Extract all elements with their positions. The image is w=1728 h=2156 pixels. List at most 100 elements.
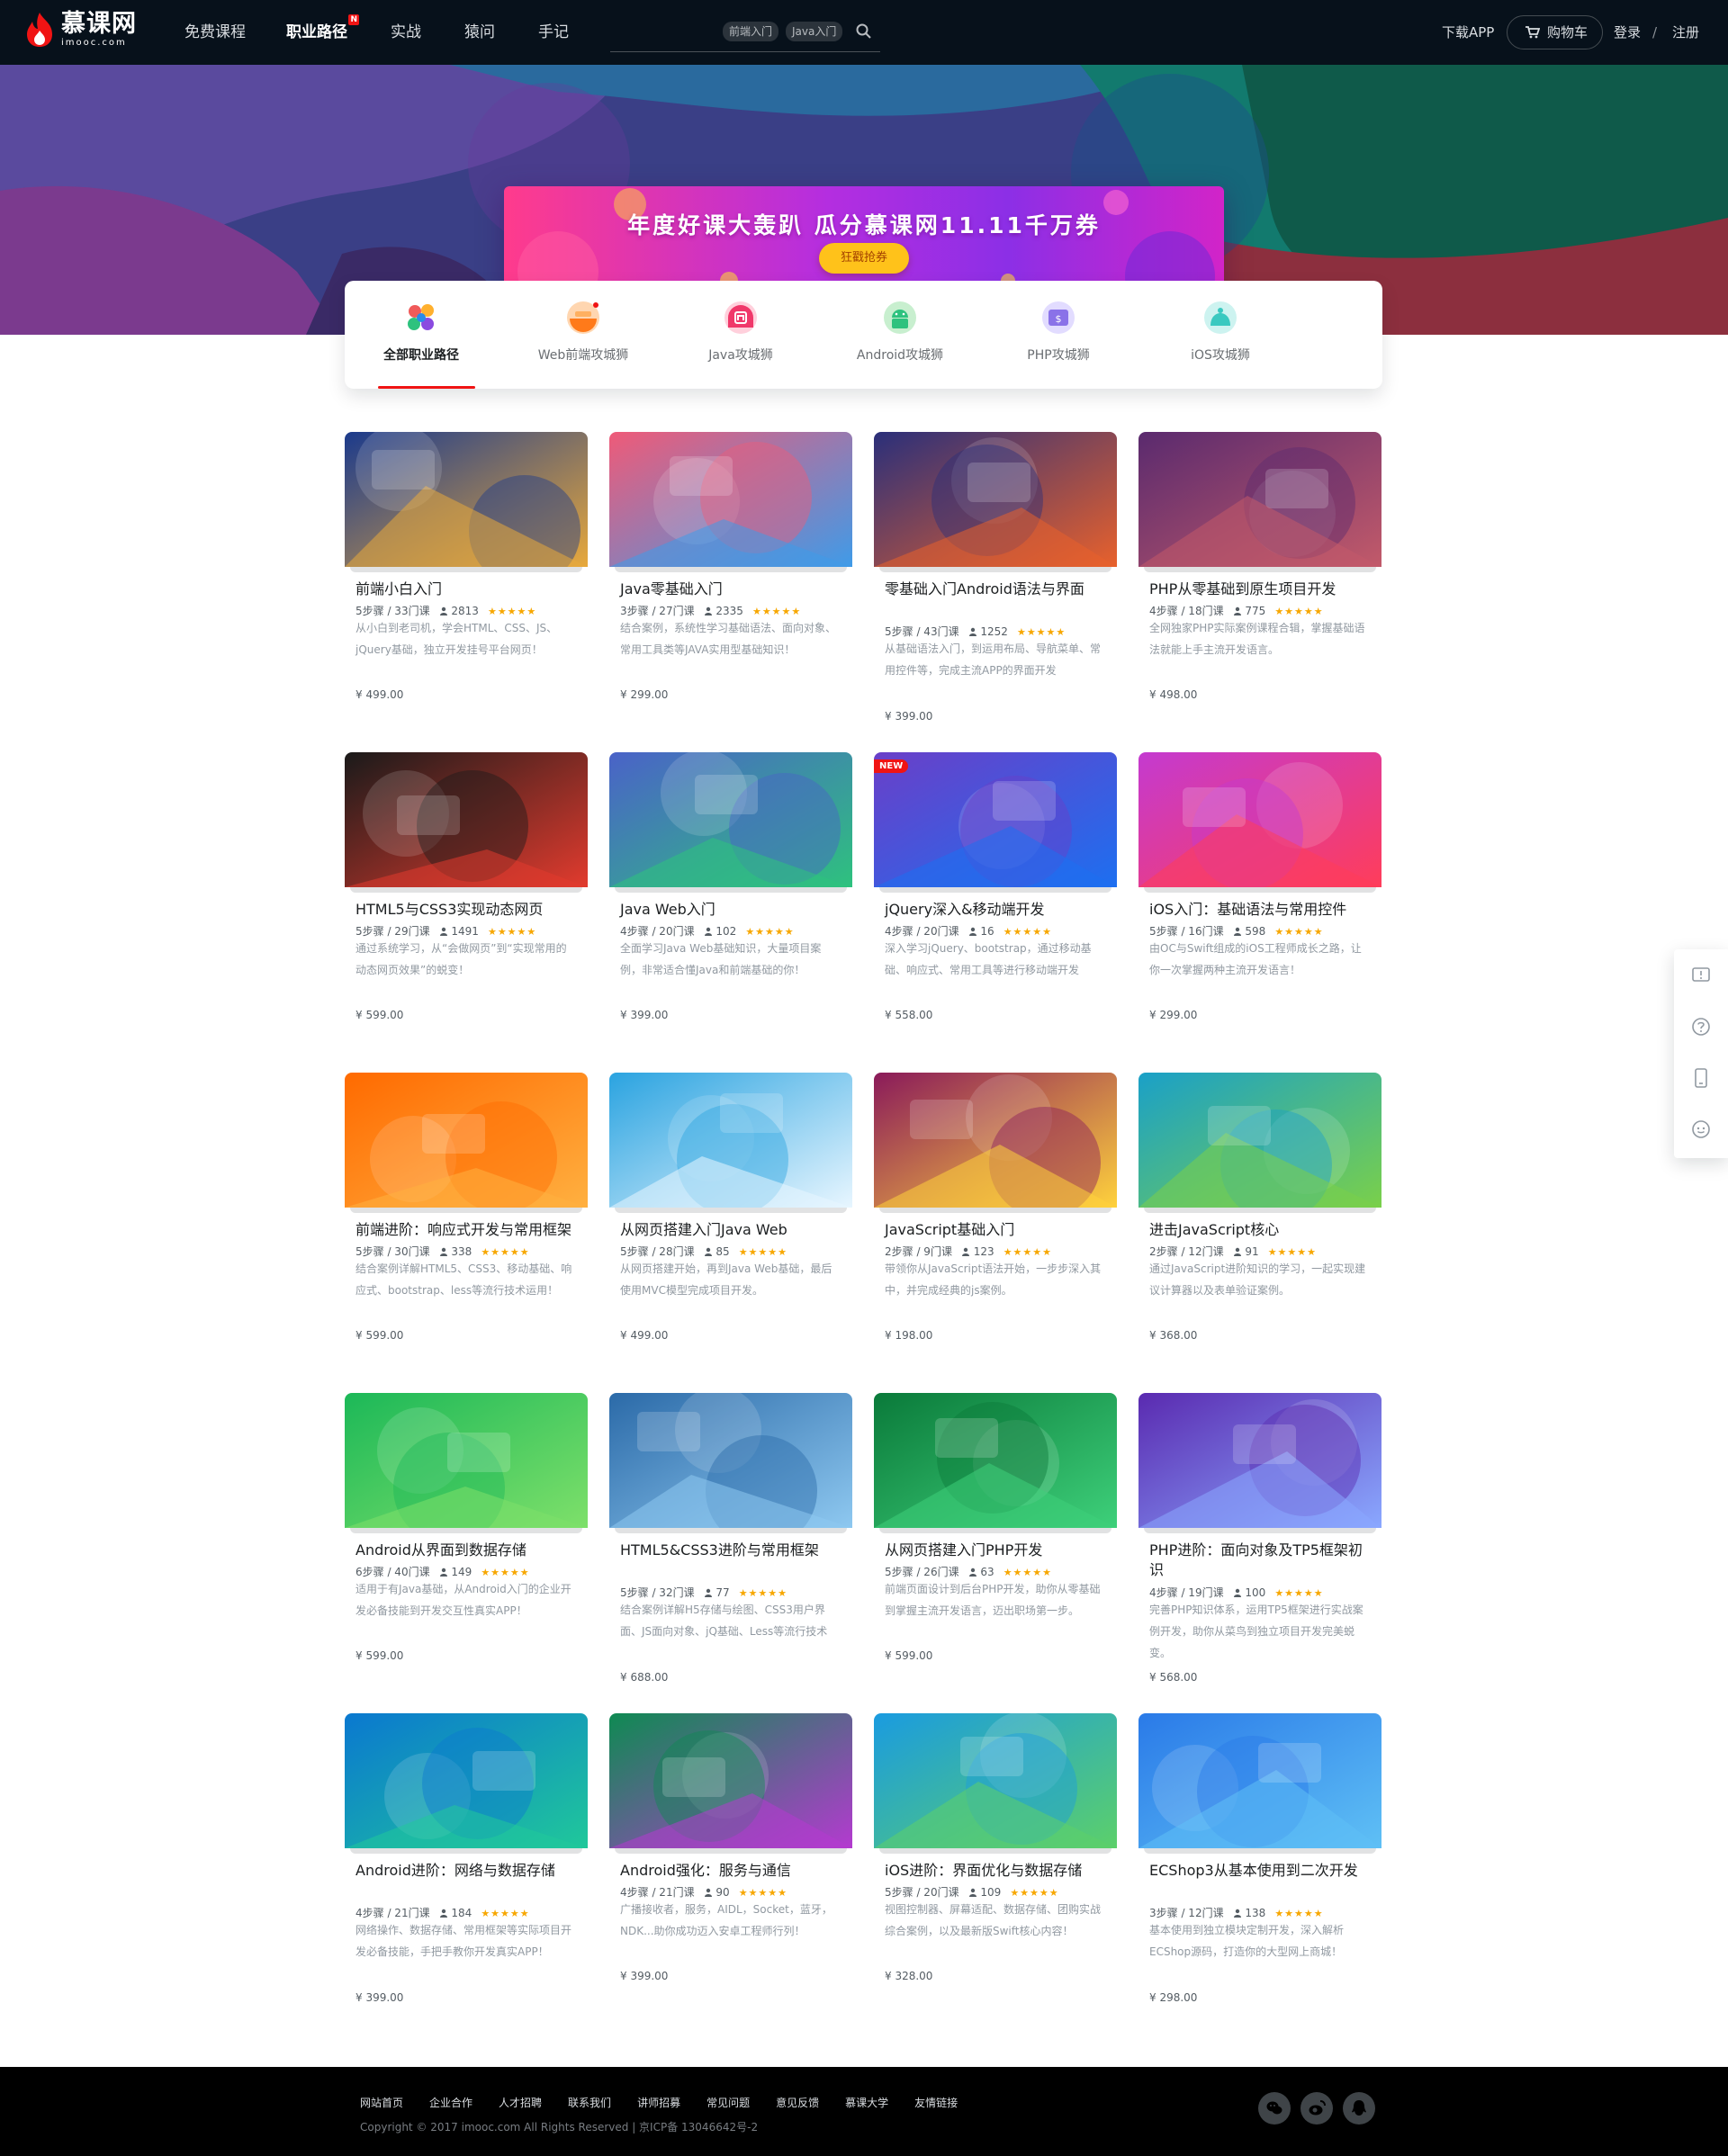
- course-title[interactable]: 零基础入门Android语法与界面: [885, 579, 1110, 599]
- tab-all-paths[interactable]: 全部职业路径: [345, 281, 498, 389]
- course-thumbnail[interactable]: [1138, 1713, 1382, 1848]
- footer-link-contact[interactable]: 联系我们: [568, 2095, 611, 2110]
- course-card[interactable]: Android强化：服务与通信 4步骤 / 21门课 90 ★★★★★ 广播接收者，服…: [609, 1713, 852, 2010]
- footer-link-university[interactable]: 慕课大学: [845, 2095, 888, 2110]
- course-card[interactable]: 进击JavaScript核心 2步骤 / 12门课 91 ★★★★★ 通过JavaSc…: [1138, 1073, 1382, 1370]
- footer-link-friends[interactable]: 友情链接: [914, 2095, 958, 2110]
- course-thumbnail[interactable]: [609, 1393, 852, 1528]
- course-title[interactable]: jQuery深入&移动端开发: [885, 900, 1110, 920]
- course-title[interactable]: PHP进阶：面向对象及TP5框架初识: [1149, 1541, 1374, 1580]
- tab-android[interactable]: Android攻城狮: [824, 281, 976, 389]
- course-card[interactable]: iOS进阶：界面优化与数据存储 5步骤 / 20门课 109 ★★★★★ 视图控制器、…: [874, 1713, 1117, 2010]
- tab-php[interactable]: $ PHP攻城狮: [982, 281, 1135, 389]
- course-card[interactable]: 从网页搭建入门PHP开发 5步骤 / 26门课 63 ★★★★★ 前端页面设计到后台P…: [874, 1393, 1117, 1690]
- tab-web[interactable]: Web前端攻城狮: [507, 281, 660, 389]
- course-card[interactable]: Android进阶：网络与数据存储 4步骤 / 21门课 184 ★★★★★ 网络操作…: [345, 1713, 588, 2010]
- course-card[interactable]: HTML5&CSS3进阶与常用框架 5步骤 / 32门课 77 ★★★★★ 结合案例详…: [609, 1393, 852, 1690]
- course-card[interactable]: HTML5与CSS3实现动态网页 5步骤 / 29门课 1491 ★★★★★ 通过系统…: [345, 752, 588, 1049]
- course-title[interactable]: Android强化：服务与通信: [620, 1861, 845, 1881]
- course-thumbnail[interactable]: [345, 1713, 588, 1848]
- footer-link-business[interactable]: 企业合作: [429, 2095, 472, 2110]
- course-thumbnail[interactable]: [874, 752, 1117, 887]
- course-card[interactable]: iOS入门：基础语法与常用控件 5步骤 / 16门课 598 ★★★★★ 由OC与Sw…: [1138, 752, 1382, 1049]
- wechat-icon[interactable]: [1258, 2092, 1291, 2125]
- course-card[interactable]: 从网页搭建入门Java Web 5步骤 / 28门课 85 ★★★★★ 从网页搭建开始…: [609, 1073, 852, 1370]
- course-title[interactable]: HTML5与CSS3实现动态网页: [356, 900, 580, 920]
- course-thumbnail[interactable]: [345, 752, 588, 887]
- search-bar[interactable]: 前端入门 Java入门: [610, 16, 880, 52]
- search-icon[interactable]: [855, 22, 873, 40]
- course-thumbnail[interactable]: [609, 1073, 852, 1208]
- imooc-logo[interactable]: 慕课网 imooc.com: [23, 11, 137, 49]
- course-thumbnail[interactable]: [874, 432, 1117, 567]
- footer-link-jobs[interactable]: 人才招聘: [499, 2095, 542, 2110]
- chat-icon[interactable]: [1690, 1118, 1712, 1140]
- course-title[interactable]: ECShop3从基本使用到二次开发: [1149, 1861, 1374, 1881]
- tab-java[interactable]: Java攻城狮: [664, 281, 817, 389]
- course-title[interactable]: JavaScript基础入门: [885, 1220, 1110, 1240]
- footer-link-feedback[interactable]: 意见反馈: [776, 2095, 819, 2110]
- course-title[interactable]: iOS入门：基础语法与常用控件: [1149, 900, 1374, 920]
- footer-link-faq[interactable]: 常见问题: [706, 2095, 750, 2110]
- nav-free-courses[interactable]: 免费课程: [184, 0, 246, 65]
- course-title[interactable]: 前端进阶：响应式开发与常用框架: [356, 1220, 580, 1240]
- course-card[interactable]: ECShop3从基本使用到二次开发 3步骤 / 12门课 138 ★★★★★ 基本使用…: [1138, 1713, 1382, 2010]
- app-icon[interactable]: [1690, 1067, 1712, 1089]
- student-count: 77: [704, 1586, 730, 1599]
- register-link[interactable]: 注册: [1672, 0, 1699, 65]
- course-title[interactable]: 从网页搭建入门PHP开发: [885, 1541, 1110, 1560]
- course-title[interactable]: 进击JavaScript核心: [1149, 1220, 1374, 1240]
- course-thumbnail[interactable]: [1138, 752, 1382, 887]
- nav-practice[interactable]: 实战: [391, 0, 421, 65]
- course-card[interactable]: PHP进阶：面向对象及TP5框架初识 4步骤 / 19门课 100 ★★★★★ 完善P…: [1138, 1393, 1382, 1690]
- course-thumbnail[interactable]: [874, 1713, 1117, 1848]
- course-thumbnail[interactable]: [609, 752, 852, 887]
- search-tag[interactable]: Java入门: [786, 22, 843, 41]
- course-title[interactable]: Java Web入门: [620, 900, 845, 920]
- course-thumbnail[interactable]: [874, 1393, 1117, 1528]
- course-thumbnail[interactable]: [345, 1393, 588, 1528]
- course-title[interactable]: Android进阶：网络与数据存储: [356, 1861, 580, 1881]
- weibo-icon[interactable]: [1300, 2092, 1333, 2125]
- nav-career-paths[interactable]: 职业路径 N: [286, 0, 359, 65]
- course-card[interactable]: 前端进阶：响应式开发与常用框架 5步骤 / 30门课 338 ★★★★★ 结合案例详解…: [345, 1073, 588, 1370]
- login-link[interactable]: 登录: [1614, 0, 1641, 65]
- course-card[interactable]: NEW jQuery深入&移动端开发 4步骤 / 20门课 16 ★★★★★ 深入学习j…: [874, 752, 1117, 1049]
- download-app-link[interactable]: 下载APP: [1442, 0, 1494, 65]
- course-card[interactable]: PHP从零基础到原生项目开发 4步骤 / 18门课 775 ★★★★★ 全网独家PHP…: [1138, 432, 1382, 729]
- course-card[interactable]: JavaScript基础入门 2步骤 / 9门课 123 ★★★★★ 带领你从Java…: [874, 1073, 1117, 1370]
- course-title[interactable]: Java零基础入门: [620, 579, 845, 599]
- course-title[interactable]: HTML5&CSS3进阶与常用框架: [620, 1541, 845, 1560]
- course-title[interactable]: PHP从零基础到原生项目开发: [1149, 579, 1374, 599]
- course-title[interactable]: 从网页搭建入门Java Web: [620, 1220, 845, 1240]
- nav-ask[interactable]: 猿问: [464, 0, 495, 65]
- nav-notes[interactable]: 手记: [538, 0, 569, 65]
- course-card[interactable]: Android从界面到数据存储 6步骤 / 40门课 149 ★★★★★ 适用于有Ja…: [345, 1393, 588, 1690]
- grab-coupon-button[interactable]: 狂戳抢券: [819, 243, 909, 274]
- course-thumbnail[interactable]: [345, 432, 588, 567]
- cart-button[interactable]: 购物车: [1507, 15, 1603, 49]
- footer-link-teachers[interactable]: 讲师招募: [637, 2095, 680, 2110]
- course-thumbnail[interactable]: [1138, 1393, 1382, 1528]
- help-icon[interactable]: [1690, 1016, 1712, 1038]
- feedback-icon[interactable]: [1690, 965, 1712, 986]
- course-thumbnail[interactable]: [1138, 1073, 1382, 1208]
- tab-ios[interactable]: iOS攻城狮: [1144, 281, 1297, 389]
- course-title[interactable]: Android从界面到数据存储: [356, 1541, 580, 1560]
- qq-icon[interactable]: [1343, 2092, 1375, 2125]
- course-card[interactable]: Java零基础入门 3步骤 / 27门课 2335 ★★★★★ 结合案例，系统性学习基…: [609, 432, 852, 729]
- course-thumbnail[interactable]: [345, 1073, 588, 1208]
- footer-link-home[interactable]: 网站首页: [360, 2095, 403, 2110]
- course-price: ¥ 599.00: [356, 1009, 404, 1021]
- search-tag[interactable]: 前端入门: [723, 22, 779, 41]
- course-title[interactable]: iOS进阶：界面优化与数据存储: [885, 1861, 1110, 1881]
- course-title[interactable]: 前端小白入门: [356, 579, 580, 599]
- course-thumbnail[interactable]: [609, 1713, 852, 1848]
- promo-banner[interactable]: 年度好课大轰趴 瓜分慕课网11.11千万券 狂戳抢券: [504, 186, 1224, 294]
- course-thumbnail[interactable]: [1138, 432, 1382, 567]
- course-thumbnail[interactable]: [874, 1073, 1117, 1208]
- course-thumbnail[interactable]: [609, 432, 852, 567]
- course-card[interactable]: Java Web入门 4步骤 / 20门课 102 ★★★★★ 全面学习Java We…: [609, 752, 852, 1049]
- course-card[interactable]: 零基础入门Android语法与界面 5步骤 / 43门课 1252 ★★★★★ 从基础…: [874, 432, 1117, 729]
- course-card[interactable]: 前端小白入门 5步骤 / 33门课 2813 ★★★★★ 从小白到老司机，学会HTML…: [345, 432, 588, 729]
